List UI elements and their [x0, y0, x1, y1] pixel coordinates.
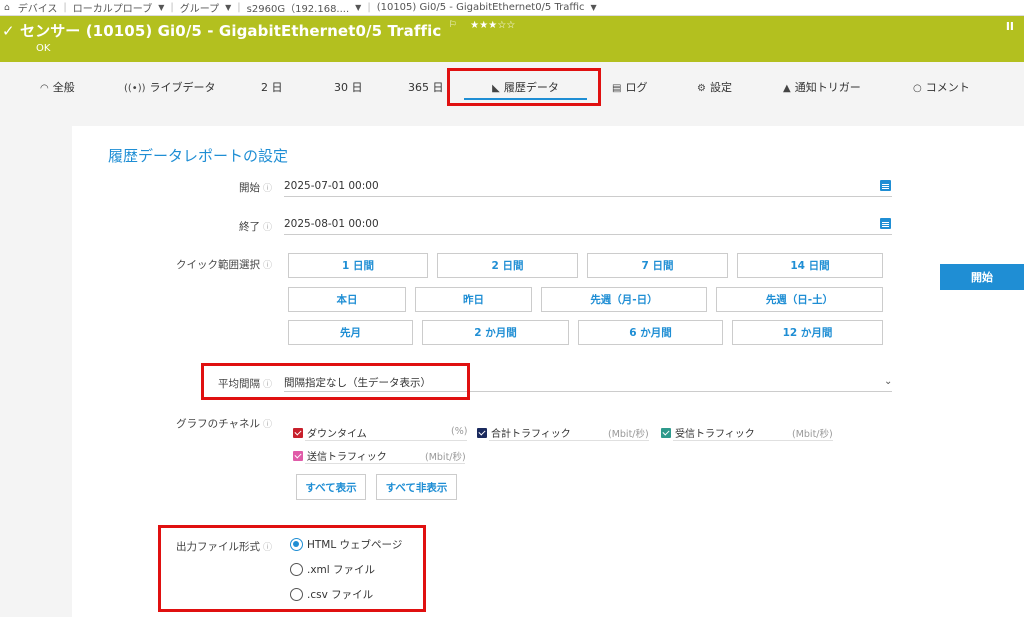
breadcrumb-item-devices[interactable]: デバイス: [14, 0, 62, 15]
breadcrumb-item-device[interactable]: s2960G（192.168.... ▼: [243, 0, 366, 15]
channel-sent-traffic-checkbox[interactable]: 送信トラフィック: [293, 448, 387, 463]
highlight-box-average: [201, 363, 470, 400]
tab-overview[interactable]: ◠ 全般: [40, 79, 75, 95]
caret-down-icon[interactable]: ▼: [355, 3, 361, 12]
tab-live-data[interactable]: ((•)) ライブデータ: [124, 79, 216, 95]
channel-total-traffic-checkbox[interactable]: 合計トラフィック: [477, 425, 571, 440]
channel-downtime-checkbox[interactable]: ダウンタイム: [293, 425, 367, 440]
tab-log[interactable]: ▤ ログ: [612, 79, 647, 95]
breadcrumb: ⌂ デバイス | ローカルプローブ ▼ | グループ ▼ | s2960G（192.…: [0, 0, 1024, 16]
checkbox-checked-icon[interactable]: [661, 427, 671, 438]
highlight-box-tab: [447, 68, 601, 106]
bell-icon: ▲: [783, 83, 791, 94]
breadcrumb-item-group[interactable]: グループ ▼: [176, 0, 236, 15]
quick-12-months-button[interactable]: 12 か月間: [732, 320, 883, 345]
calendar-icon[interactable]: [880, 218, 891, 229]
breadcrumb-item-local-probe[interactable]: ローカルプローブ ▼: [69, 0, 169, 15]
tab-comments[interactable]: ○ コメント: [913, 79, 970, 95]
tab-settings[interactable]: ⚙ 設定: [697, 79, 732, 95]
checkbox-checked-icon[interactable]: [477, 427, 487, 438]
sensor-title: センサー (10105) Gi0/5 - GigabitEthernet0/5 …: [20, 22, 442, 40]
info-icon[interactable]: ⓘ: [263, 261, 272, 271]
quick-7-days-button[interactable]: 7 日間: [587, 253, 728, 278]
start-date-field[interactable]: 2025-07-01 00:00: [284, 177, 892, 197]
info-icon[interactable]: ⓘ: [263, 223, 272, 233]
gauge-icon: ◠: [40, 83, 49, 94]
page-title: ✓ センサー (10105) Gi0/5 - GigabitEthernet0/…: [2, 20, 516, 41]
sensor-header: ✓ センサー (10105) Gi0/5 - GigabitEthernet0/…: [0, 16, 1024, 62]
list-icon: ▤: [612, 83, 622, 94]
show-all-button[interactable]: すべて表示: [296, 474, 366, 500]
priority-stars[interactable]: ★★★☆☆: [470, 20, 515, 31]
quick-last-week-mon-button[interactable]: 先週（月-日）: [541, 287, 707, 312]
caret-down-icon[interactable]: ▼: [158, 3, 164, 12]
status-text: OK: [36, 43, 51, 54]
channel-unit: (Mbit/秒): [425, 452, 466, 463]
breadcrumb-item-sensor[interactable]: (10105) Gi0/5 - GigabitEthernet0/5 Traff…: [373, 2, 601, 13]
end-date-field[interactable]: 2025-08-01 00:00: [284, 215, 892, 235]
checkbox-checked-icon[interactable]: [293, 450, 303, 461]
channel-unit: (%): [451, 426, 468, 437]
tab-notification-triggers[interactable]: ▲ 通知トリガー: [783, 79, 861, 95]
channel-unit: (Mbit/秒): [792, 429, 833, 440]
quick-last-month-button[interactable]: 先月: [288, 320, 413, 345]
caret-down-icon[interactable]: ▼: [591, 3, 597, 12]
channel-unit: (Mbit/秒): [608, 429, 649, 440]
section-title: 履歴データレポートの設定: [108, 147, 289, 165]
quick-range-label: クイック範囲選択 ⓘ: [175, 259, 272, 271]
check-icon: ✓: [2, 22, 15, 40]
comment-icon: ○: [913, 83, 922, 94]
start-label: 開始 ⓘ: [238, 182, 272, 194]
checkbox-checked-icon[interactable]: [293, 427, 303, 438]
tab-30-days[interactable]: 30 日: [334, 79, 363, 95]
gear-icon: ⚙: [697, 83, 706, 94]
home-icon[interactable]: ⌂: [0, 3, 14, 13]
calendar-icon[interactable]: [880, 180, 891, 191]
start-button[interactable]: 開始: [940, 264, 1024, 290]
quick-today-button[interactable]: 本日: [288, 287, 406, 312]
pause-icon[interactable]: II: [1006, 20, 1014, 33]
caret-down-icon[interactable]: ▼: [225, 3, 231, 12]
broadcast-icon: ((•)): [124, 83, 146, 94]
quick-2-months-button[interactable]: 2 か月間: [422, 320, 569, 345]
tab-365-days[interactable]: 365 日: [408, 79, 444, 95]
tab-2-days[interactable]: 2 日: [261, 79, 283, 95]
highlight-box-format: [158, 525, 426, 612]
chevron-down-icon[interactable]: ⌄: [884, 376, 892, 387]
info-icon[interactable]: ⓘ: [263, 420, 272, 430]
quick-yesterday-button[interactable]: 昨日: [415, 287, 532, 312]
flag-icon[interactable]: ⚐: [449, 20, 457, 30]
quick-2-days-button[interactable]: 2 日間: [437, 253, 578, 278]
quick-1-day-button[interactable]: 1 日間: [288, 253, 428, 278]
quick-6-months-button[interactable]: 6 か月間: [578, 320, 723, 345]
end-label: 終了 ⓘ: [238, 221, 272, 233]
graph-channels-label: グラフのチャネル ⓘ: [176, 418, 272, 430]
quick-14-days-button[interactable]: 14 日間: [737, 253, 883, 278]
channel-received-traffic-checkbox[interactable]: 受信トラフィック: [661, 425, 755, 440]
info-icon[interactable]: ⓘ: [263, 184, 272, 194]
quick-last-week-sun-button[interactable]: 先週（日-土）: [716, 287, 883, 312]
hide-all-button[interactable]: すべて非表示: [376, 474, 457, 500]
